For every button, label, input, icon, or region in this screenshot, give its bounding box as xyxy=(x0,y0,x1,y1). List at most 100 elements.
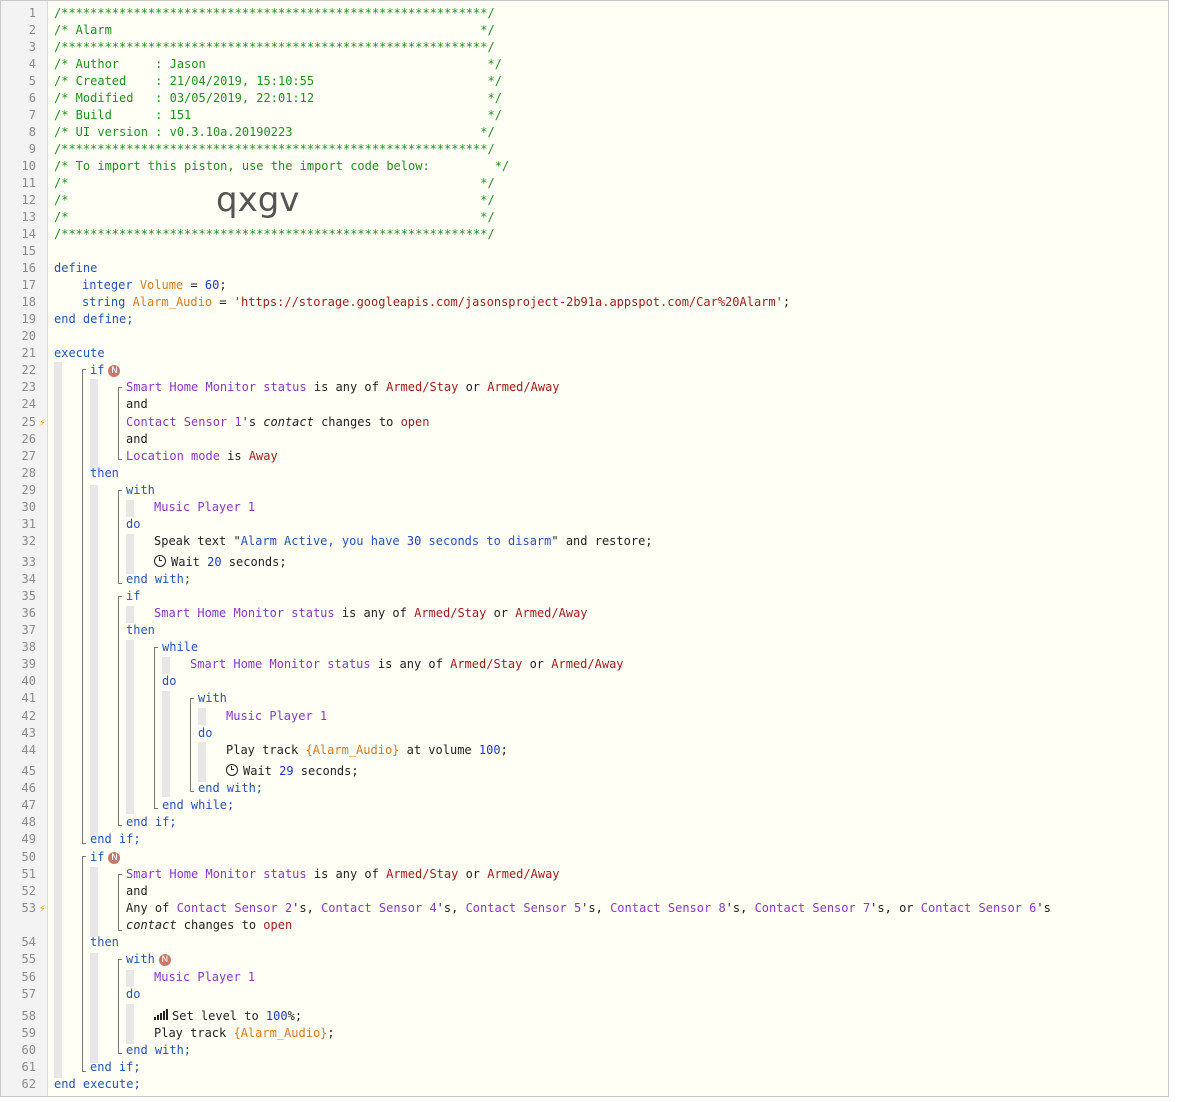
task-text: " and restore; xyxy=(551,534,653,548)
do-shade xyxy=(126,1004,134,1044)
with-statement[interactable]: with N xyxy=(126,951,171,968)
if-keyword[interactable]: if xyxy=(126,588,140,605)
line-number: 18 xyxy=(21,295,36,309)
value: Armed/Stay xyxy=(386,867,459,881)
header-border: /***************************************… xyxy=(54,142,495,156)
line-number: 54 xyxy=(21,935,36,949)
then-shade xyxy=(126,640,134,814)
device-shade xyxy=(126,970,134,987)
condition-contact-sensor-1[interactable]: Contact Sensor 1's contact changes to op… xyxy=(126,414,429,431)
line-number: 52 xyxy=(21,884,36,898)
set-level-task[interactable]: Set level to 100%; xyxy=(154,1008,302,1025)
line-number: 33 xyxy=(21,555,36,569)
condition-any-contact[interactable]: Any of Contact Sensor 2's, Contact Senso… xyxy=(126,900,1051,917)
task-text: Play track xyxy=(154,1026,234,1040)
line-number: 43 xyxy=(21,726,36,740)
bracket-tick xyxy=(118,959,122,960)
device-name: Location mode xyxy=(126,449,220,463)
line-number: 62 xyxy=(21,1077,36,1091)
do-keyword: do xyxy=(126,987,141,1001)
var-name: Volume xyxy=(139,278,184,292)
device-music-player[interactable]: Music Player 1 xyxy=(154,499,255,516)
define-keyword: define xyxy=(54,261,98,275)
variable-alarm-audio[interactable]: string Alarm_Audio = 'https://storage.go… xyxy=(82,294,790,311)
line-number: 29 xyxy=(21,483,36,497)
line-number: 49 xyxy=(21,832,36,846)
device-music-player[interactable]: Music Player 1 xyxy=(226,708,327,725)
semicolon: ; xyxy=(782,295,791,309)
if-statement[interactable]: if N xyxy=(90,849,121,866)
with-keyword[interactable]: with xyxy=(198,690,227,707)
value: Armed/Stay xyxy=(450,657,523,671)
device-name: Smart Home Monitor status xyxy=(154,606,335,620)
value: Armed/Away xyxy=(487,380,560,394)
number: 29 xyxy=(279,764,294,778)
bracket-tick xyxy=(82,843,86,844)
line-number: 8 xyxy=(28,125,36,139)
condition-any-contact-cont[interactable]: contact changes to open xyxy=(126,917,292,934)
condition-shm[interactable]: Smart Home Monitor status is any of Arme… xyxy=(154,605,588,622)
line-number: 9 xyxy=(28,142,36,156)
and-operator: and xyxy=(126,397,148,411)
wait-task[interactable]: Wait 20 seconds; xyxy=(154,554,287,571)
condition-location-mode[interactable]: Location mode is Away xyxy=(126,448,278,465)
bracket-tick xyxy=(154,647,158,648)
value: Armed/Away xyxy=(487,867,560,881)
then-keyword: then xyxy=(90,935,119,949)
device-music-player[interactable]: Music Player 1 xyxy=(154,969,255,986)
header-modified: /* Modified : 03/05/2019, 22:01:12 */ xyxy=(54,91,502,105)
line-number: 53 xyxy=(21,901,36,915)
condition-shm[interactable]: Smart Home Monitor status is any of Arme… xyxy=(190,656,624,673)
no-restriction-badge: N xyxy=(158,953,171,966)
message: seconds to disarm xyxy=(421,534,552,548)
variable-volume[interactable]: integer Volume = 60; xyxy=(82,277,227,294)
end-if-keyword: end if; xyxy=(90,1060,141,1074)
var-value: 60 xyxy=(204,278,220,292)
value: open xyxy=(400,415,430,429)
while-bracket xyxy=(154,647,155,808)
operator: is any of xyxy=(306,867,387,881)
line-number: 16 xyxy=(21,261,36,275)
condition-shm[interactable]: Smart Home Monitor status is any of Arme… xyxy=(126,866,560,883)
condition-shm[interactable]: Smart Home Monitor status is any of Arme… xyxy=(126,379,560,396)
device-name: Smart Home Monitor status xyxy=(190,657,371,671)
condition-shade xyxy=(90,867,98,937)
line-number: 1 xyxy=(28,6,36,20)
line-number: 11 xyxy=(21,176,36,190)
bracket-tick xyxy=(118,459,122,460)
task-text: %; xyxy=(287,1009,303,1023)
line-number: 30 xyxy=(21,500,36,514)
semicolon: ; xyxy=(219,278,227,292)
task-text: Wait xyxy=(171,555,208,569)
wait-task[interactable]: Wait 29 seconds; xyxy=(226,763,359,780)
device-name: Smart Home Monitor status xyxy=(126,867,307,881)
line-number: 4 xyxy=(28,57,36,71)
speak-text-task[interactable]: Speak text "Alarm Active, you have 30 se… xyxy=(154,533,653,550)
task-text: seconds; xyxy=(293,764,359,778)
then-keyword: then xyxy=(126,623,155,637)
device-name: Contact Sensor 6 xyxy=(920,901,1037,915)
with-bracket xyxy=(118,490,119,583)
while-keyword[interactable]: while xyxy=(162,639,198,656)
do-keyword: do xyxy=(162,674,177,688)
semicolon: ; xyxy=(327,1026,335,1040)
device-shade xyxy=(126,500,134,517)
line-number: 14 xyxy=(21,227,36,241)
value: Armed/Away xyxy=(551,657,624,671)
if-statement[interactable]: if N xyxy=(90,362,121,379)
value: open xyxy=(263,918,293,932)
bracket-tick xyxy=(118,596,122,597)
header-border: /***************************************… xyxy=(54,40,495,54)
end-execute-keyword: end execute; xyxy=(54,1077,141,1091)
line-number: 55 xyxy=(21,952,36,966)
and-operator: and xyxy=(126,432,148,446)
no-restriction-badge: N xyxy=(108,851,121,864)
play-track-task[interactable]: Play track {Alarm_Audio} at volume 100; xyxy=(226,742,508,759)
with-keyword[interactable]: with xyxy=(126,482,155,499)
bracket-tick xyxy=(118,387,122,388)
end-while-keyword: end while; xyxy=(162,798,235,812)
device-name: Contact Sensor 5 xyxy=(465,901,582,915)
play-track-task[interactable]: Play track {Alarm_Audio}; xyxy=(154,1025,335,1042)
header-build: /* Build : 151 */ xyxy=(54,108,502,122)
line-number: 27 xyxy=(21,449,36,463)
